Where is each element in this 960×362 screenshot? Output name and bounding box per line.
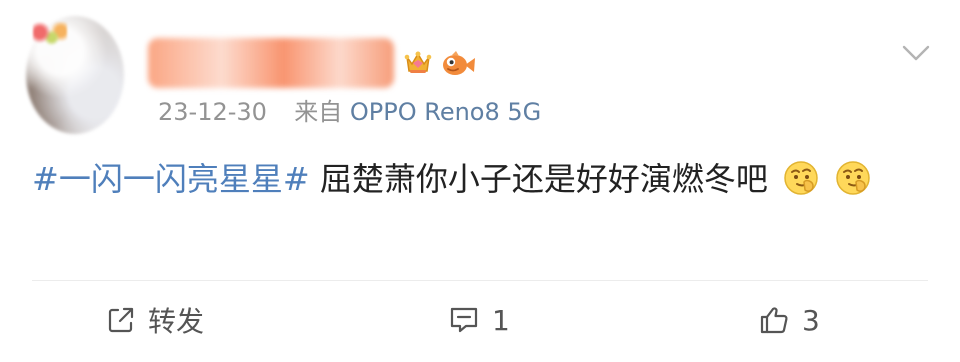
thinking-emoji <box>836 161 870 195</box>
divider <box>32 280 928 281</box>
thumb-up-icon <box>760 307 788 334</box>
action-bar: 转发 1 3 <box>0 296 960 344</box>
weibo-post-card: 23-12-30 来自 OPPO Reno8 5G #一闪一闪亮星星# 屈楚萧你… <box>0 0 960 362</box>
post-date: 23-12-30 <box>158 98 267 126</box>
like-count: 3 <box>802 303 820 337</box>
comment-count: 1 <box>492 303 510 337</box>
comment-button[interactable]: 1 <box>448 302 510 338</box>
chevron-down-icon[interactable] <box>900 42 932 64</box>
topic-link[interactable]: #一闪一闪亮星星# <box>32 160 310 198</box>
repost-button[interactable]: 转发 <box>106 302 204 338</box>
source-prefix: 来自 <box>294 98 343 126</box>
post-meta: 23-12-30 来自 OPPO Reno8 5G <box>158 97 541 127</box>
post-content: #一闪一闪亮星星# 屈楚萧你小子还是好好演燃冬吧 <box>32 154 912 204</box>
comment-icon <box>450 307 478 333</box>
like-button[interactable]: 3 <box>758 302 820 338</box>
repost-label: 转发 <box>148 305 205 338</box>
post-text: 屈楚萧你小子还是好好演燃冬吧 <box>309 160 768 198</box>
username-redacted[interactable] <box>148 38 394 88</box>
fish-icon <box>443 51 475 75</box>
crown-icon <box>404 51 432 73</box>
thinking-emoji <box>784 161 818 195</box>
source-device-link[interactable]: OPPO Reno8 5G <box>350 98 541 126</box>
avatar-decoration <box>33 22 67 48</box>
share-icon <box>108 307 134 333</box>
